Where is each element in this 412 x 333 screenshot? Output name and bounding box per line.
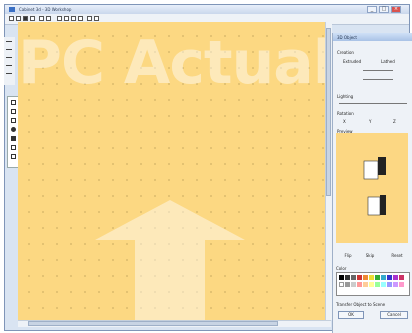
filled-square-icon[interactable] [11, 136, 16, 141]
swatch-light-blue[interactable] [387, 282, 392, 287]
undo-icon[interactable] [39, 16, 44, 21]
rotation-y[interactable]: Y [369, 119, 371, 124]
panel-title: 3D Object [337, 35, 357, 40]
swatch-light-cyan[interactable] [381, 282, 386, 287]
horizontal-scroll-thumb[interactable] [28, 321, 278, 326]
save-icon[interactable] [23, 16, 28, 21]
preview-shape-top-face [363, 160, 379, 180]
vertical-scroll-thumb[interactable] [326, 28, 331, 196]
app-icon [9, 7, 15, 12]
angle-slider[interactable] [363, 79, 393, 80]
swatch-purple[interactable] [393, 275, 398, 280]
swatch-green[interactable] [375, 275, 380, 280]
lighting-label: Lighting [337, 94, 354, 99]
delete-icon[interactable] [78, 16, 83, 21]
swatch-pink[interactable] [357, 282, 362, 287]
swatch-rose[interactable] [399, 282, 404, 287]
new-icon[interactable] [9, 16, 14, 21]
color-palette [336, 272, 410, 296]
swatch-light-green[interactable] [375, 282, 380, 287]
rectangle-icon[interactable] [11, 109, 16, 114]
swatch-light-yellow[interactable] [369, 282, 374, 287]
vertical-scrollbar[interactable] [325, 22, 332, 320]
pencil-icon[interactable] [6, 49, 12, 53]
swatch-yellow[interactable] [369, 275, 374, 280]
watermark-text: PC Actual [18, 28, 333, 98]
rotation-x[interactable]: X [343, 119, 346, 124]
skip-button[interactable]: Skip [360, 252, 380, 260]
cancel-button[interactable]: Cancel [380, 311, 408, 319]
swatch-white[interactable] [339, 282, 344, 287]
watermark-arrow-head [95, 200, 245, 240]
window-title: Cabinet 3d - 3D Workshop [19, 7, 72, 12]
watermark-arrow-stem [135, 240, 205, 320]
preview-shape-bottom-face [367, 196, 381, 216]
cut-icon[interactable] [57, 16, 62, 21]
swatch-black[interactable] [339, 275, 344, 280]
preview-shapes [363, 157, 386, 216]
paste-icon[interactable] [71, 16, 76, 21]
depth-slider[interactable] [363, 70, 393, 71]
reset-button[interactable]: Reset [386, 252, 408, 260]
horizontal-scrollbar[interactable] [18, 320, 331, 327]
lathe-radio[interactable]: Lathed [381, 59, 395, 64]
spiral-icon[interactable] [11, 154, 16, 159]
extruded-radio[interactable]: Extruded [343, 59, 361, 64]
swatch-silver[interactable] [351, 282, 356, 287]
minimize-button[interactable]: _ [367, 6, 377, 13]
transfer-label: Transfer Object to Scene [336, 302, 386, 307]
swatch-lavender[interactable] [393, 282, 398, 287]
square-icon[interactable] [11, 100, 16, 105]
pointer-icon[interactable] [6, 41, 12, 45]
creation-label: Creation [337, 50, 354, 55]
color-label: Color [336, 266, 347, 271]
zoom-icon[interactable] [87, 16, 92, 21]
object-preview [336, 133, 408, 243]
print-icon[interactable] [30, 16, 35, 21]
preview-shape-bottom-side [380, 195, 386, 215]
swatch-gray[interactable] [351, 275, 356, 280]
open-icon[interactable] [16, 16, 21, 21]
draw-tool-palette [4, 37, 15, 85]
rotation-z[interactable]: Z [393, 119, 396, 124]
swatch-light-gray[interactable] [345, 282, 350, 287]
swatch-peach[interactable] [363, 282, 368, 287]
rotation-label: Rotation [337, 111, 354, 116]
close-button[interactable]: × [391, 6, 401, 13]
line-icon[interactable] [6, 57, 12, 61]
fill-icon[interactable] [6, 73, 12, 77]
flip-button[interactable]: Flip [338, 252, 358, 260]
maximize-button[interactable]: □ [379, 6, 389, 13]
swatch-orange[interactable] [363, 275, 368, 280]
panel-title-bar: 3D Object [333, 33, 412, 41]
lighting-slider[interactable] [339, 103, 407, 104]
swatch-red[interactable] [357, 275, 362, 280]
help-icon[interactable] [94, 16, 99, 21]
cube-icon[interactable] [11, 118, 16, 123]
heart-outline-icon[interactable] [11, 145, 16, 150]
copy-icon[interactable] [64, 16, 69, 21]
title-bar: Cabinet 3d - 3D Workshop _ □ × [5, 5, 409, 14]
preview-shape-top-side [378, 157, 386, 175]
filled-circle-icon[interactable] [11, 127, 16, 132]
swatch-dark-gray[interactable] [345, 275, 350, 280]
ok-button[interactable]: OK [338, 311, 364, 319]
curve-icon[interactable] [6, 65, 12, 69]
swatch-blue[interactable] [387, 275, 392, 280]
swatch-magenta[interactable] [399, 275, 404, 280]
redo-icon[interactable] [46, 16, 51, 21]
swatch-cyan[interactable] [381, 275, 386, 280]
